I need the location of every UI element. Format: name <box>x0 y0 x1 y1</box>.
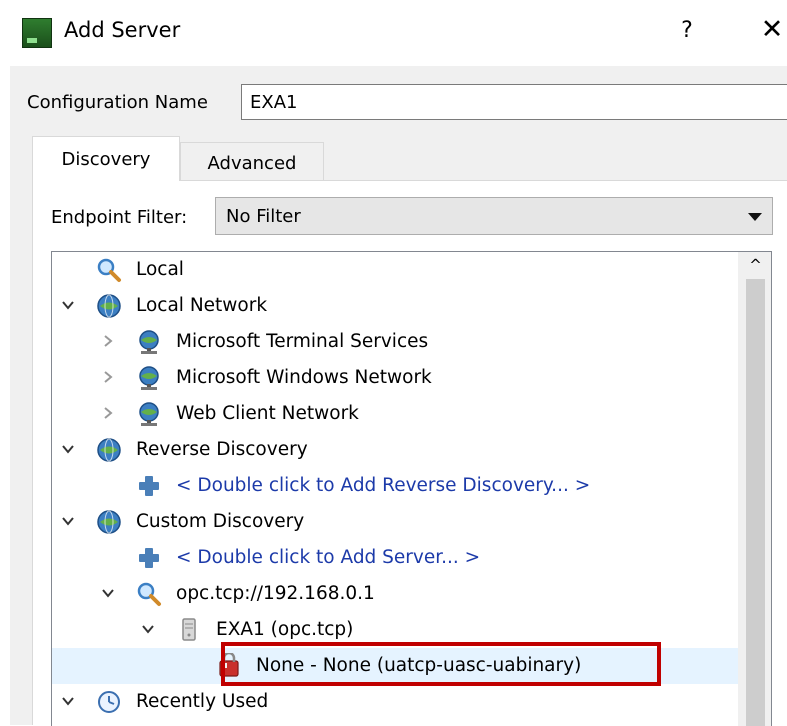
tree-item-label: opc.tcp://192.168.0.1 <box>176 583 375 604</box>
network-globe-icon <box>96 293 122 319</box>
chevron-down-icon[interactable] <box>60 297 76 313</box>
tree-item[interactable]: Microsoft Terminal Services <box>52 324 738 360</box>
chevron-down-icon[interactable] <box>60 693 76 709</box>
endpoint-filter-value: No Filter <box>226 206 301 227</box>
network-globe-icon <box>96 509 122 535</box>
endpoint-filter-label: Endpoint Filter: <box>51 207 188 228</box>
tree-item-label: Custom Discovery <box>136 511 305 532</box>
scroll-thumb[interactable] <box>746 279 765 726</box>
tab-advanced[interactable]: Advanced <box>180 142 324 181</box>
tree-item-label: < Double click to Add Server... > <box>176 547 481 568</box>
chevron-right-icon[interactable] <box>100 333 116 349</box>
help-button[interactable]: ? <box>672 18 702 43</box>
tree-item-label: Local Network <box>136 295 268 316</box>
dropdown-arrow-icon <box>748 213 762 221</box>
tree-item-label: Reverse Discovery <box>136 439 308 460</box>
plus-icon <box>136 545 162 571</box>
tree-item[interactable]: Local Network <box>52 288 738 324</box>
chevron-down-icon[interactable] <box>100 585 116 601</box>
window-title: Add Server <box>64 18 181 42</box>
tree-item[interactable]: Microsoft Windows Network <box>52 360 738 396</box>
tree-item-label: Microsoft Terminal Services <box>176 331 429 352</box>
configuration-name-input[interactable] <box>241 84 787 120</box>
tree-item-label: < Double click to Add Reverse Discovery.… <box>176 475 591 496</box>
tree-item-label: Local <box>136 259 184 280</box>
magnifier-icon <box>136 581 162 607</box>
server-icon <box>176 617 202 643</box>
network-globe-icon <box>96 437 122 463</box>
tree-item-label: Recently Used <box>136 691 269 712</box>
plus-icon <box>136 473 162 499</box>
endpoint-filter-select[interactable]: No Filter <box>215 197 773 235</box>
tree-item-label: EXA1 (opc.tcp) <box>216 619 354 640</box>
tree-item[interactable]: Custom Discovery <box>52 504 738 540</box>
chevron-right-icon[interactable] <box>100 405 116 421</box>
tree-item-label: Web Client Network <box>176 403 359 424</box>
tree-item-label: Microsoft Windows Network <box>176 367 432 388</box>
title-bar: Add Server ? ✕ <box>0 0 787 62</box>
tree-item[interactable]: < Double click to Add Server... > <box>52 540 738 576</box>
chevron-down-icon[interactable] <box>60 441 76 457</box>
configuration-name-label: Configuration Name <box>27 92 208 113</box>
network-node-icon <box>136 329 162 355</box>
scroll-up-icon[interactable]: ^ <box>738 252 771 278</box>
tree-item[interactable]: < Double click to Add Reverse Discovery.… <box>52 468 738 504</box>
close-button[interactable]: ✕ <box>757 14 787 45</box>
chevron-right-icon[interactable] <box>100 369 116 385</box>
selection-highlight-box <box>221 642 661 686</box>
server-app-icon <box>22 18 52 48</box>
magnifier-icon <box>96 257 122 283</box>
tree-scrollbar[interactable]: ^ <box>738 252 771 726</box>
tree-item[interactable]: Web Client Network <box>52 396 738 432</box>
tab-discovery[interactable]: Discovery <box>32 136 180 181</box>
tree-item[interactable]: Reverse Discovery <box>52 432 738 468</box>
chevron-down-icon[interactable] <box>140 621 156 637</box>
tree-item[interactable]: opc.tcp://192.168.0.1 <box>52 576 738 612</box>
clock-icon <box>96 689 122 715</box>
chevron-down-icon[interactable] <box>60 513 76 529</box>
network-node-icon <box>136 365 162 391</box>
dialog-body: Configuration Name Discovery Advanced En… <box>10 66 787 726</box>
network-node-icon <box>136 401 162 427</box>
tree-item[interactable]: Local <box>52 252 738 288</box>
tree-item[interactable]: Recently Used <box>52 684 738 720</box>
